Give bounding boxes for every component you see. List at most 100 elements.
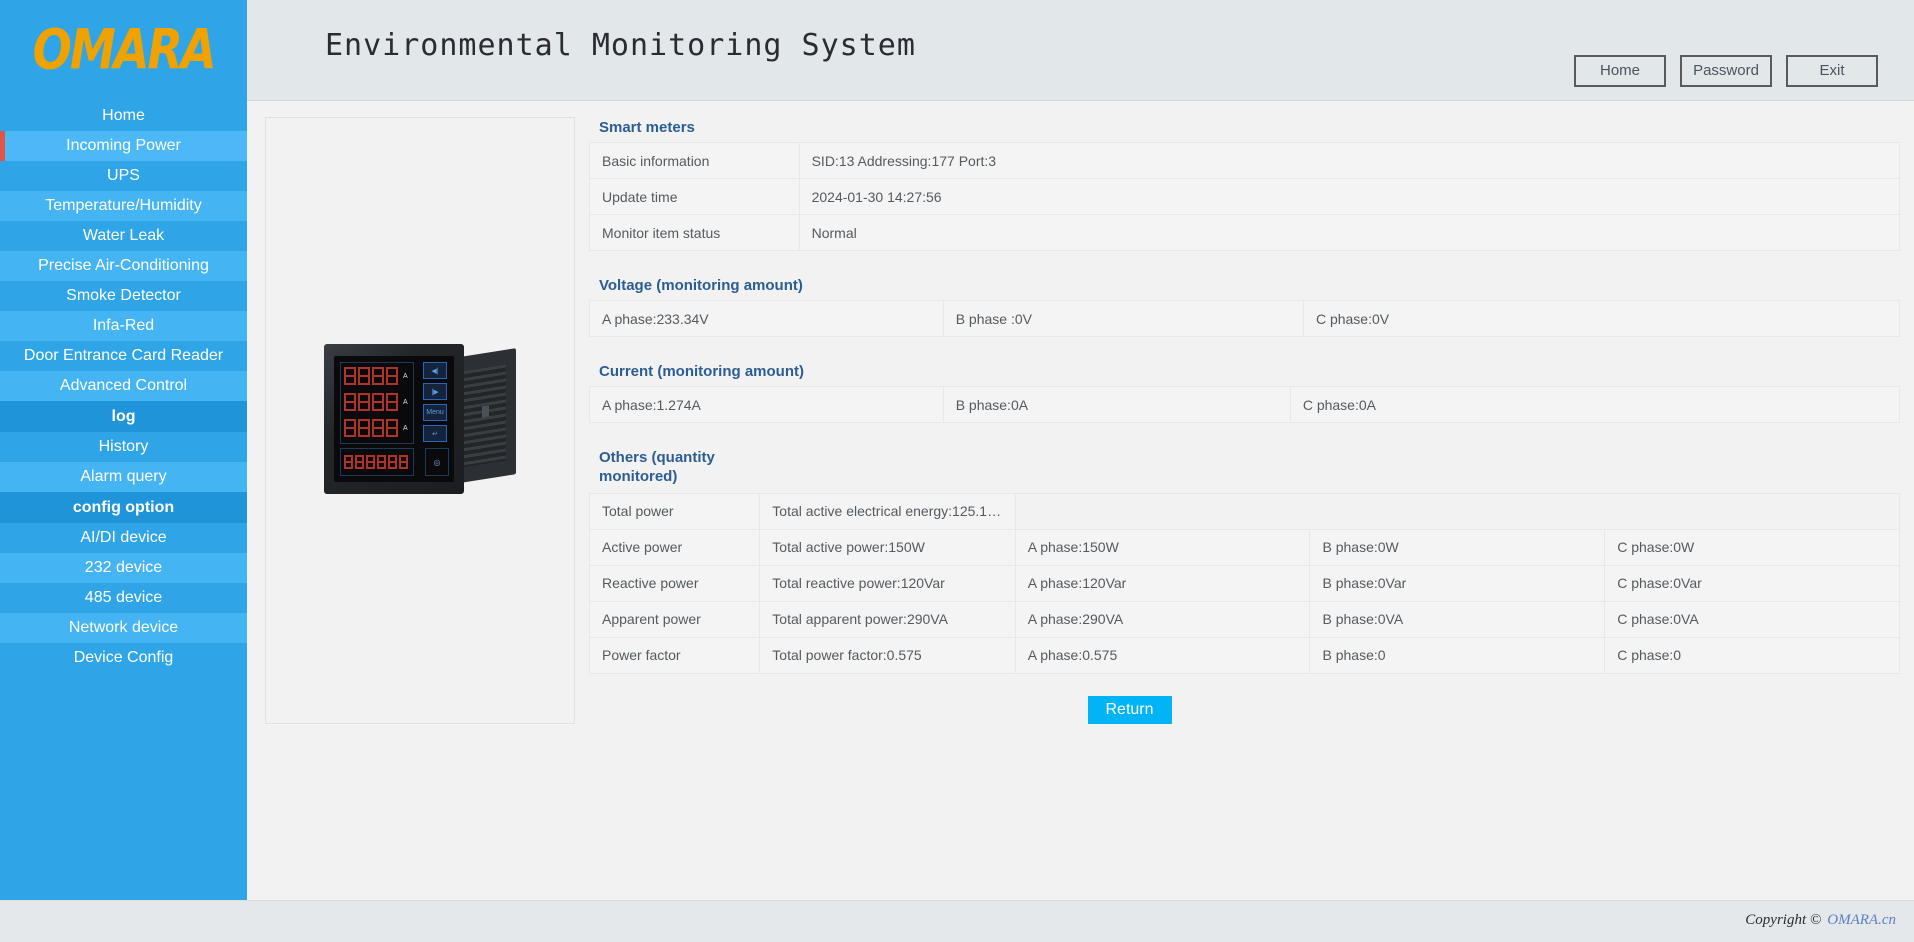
sidebar-item-door-entrance-card-reader[interactable]: Door Entrance Card Reader	[0, 341, 247, 371]
row-a-phase: A phase:290VA	[1014, 600, 1311, 638]
sidebar-item-label: Door Entrance Card Reader	[23, 347, 224, 364]
main-content: A A A ◀| |▶ Menu ↵ ◎ Smart meters Basic …	[247, 101, 1914, 919]
meter-right-button-icon: |▶	[423, 383, 447, 401]
sidebar-item-label: Home	[102, 107, 145, 124]
application-window: OMARA Environmental Monitoring System Ho…	[0, 0, 1914, 942]
password-button[interactable]: Password	[1680, 55, 1772, 87]
others-heading: Others (quantity monitored)	[599, 449, 715, 485]
table-row: A phase:233.34V B phase :0V C phase:0V	[589, 300, 1901, 337]
display-unit-1: A	[403, 372, 408, 380]
sidebar-item-network-device[interactable]: Network device	[0, 613, 247, 643]
row-a-phase: A phase:120Var	[1014, 564, 1311, 602]
display-unit-3: A	[403, 424, 408, 432]
current-c-phase: C phase:0A	[1289, 386, 1901, 423]
sidebar-item-temperature-humidity[interactable]: Temperature/Humidity	[0, 191, 247, 221]
row-label: Reactive power	[588, 564, 761, 602]
sidebar-item-incoming-power[interactable]: Incoming Power	[0, 131, 247, 161]
sidebar-item-label: Water Leak	[82, 227, 165, 244]
row-label: Apparent power	[588, 600, 761, 638]
voltage-table: A phase:233.34V B phase :0V C phase:0V	[589, 300, 1901, 337]
row-total-value: Total active power:150W	[759, 528, 1016, 566]
device-detail-panel: Smart meters Basic information SID:13 Add…	[575, 117, 1901, 724]
sidebar-section-config-option[interactable]: config option	[0, 492, 247, 523]
row-a-phase: A phase:150W	[1014, 528, 1311, 566]
table-row: Update time 2024-01-30 14:27:56	[589, 178, 1901, 215]
smart-meters-heading: Smart meters	[599, 119, 695, 136]
row-c-phase: C phase:0	[1604, 636, 1900, 674]
sidebar-item-label: Smoke Detector	[66, 287, 181, 304]
row-total-value: Total apparent power:290VA	[759, 600, 1016, 638]
sidebar-item-ai-di-device[interactable]: AI/DI device	[0, 523, 247, 553]
current-a-phase: A phase:1.274A	[589, 386, 944, 423]
brand-logo: OMARA	[0, 0, 247, 101]
meter-left-button-icon: ◀|	[423, 362, 447, 380]
sidebar-item-label: History	[98, 438, 149, 455]
header-button-group: Home Password Exit	[1574, 55, 1878, 87]
return-button[interactable]: Return	[1087, 695, 1172, 724]
sidebar-item-label: Advanced Control	[59, 377, 188, 394]
sidebar-item-label: Network device	[68, 619, 179, 636]
voltage-a-phase: A phase:233.34V	[589, 300, 944, 337]
table-row: Apparent power Total apparent power:290VA…	[588, 600, 1900, 638]
row-b-phase: B phase:0	[1309, 636, 1606, 674]
row-c-phase: C phase:0Var	[1604, 564, 1900, 602]
row-label: Active power	[588, 528, 761, 566]
sidebar-item-label: UPS	[107, 167, 140, 184]
sidebar-item-home[interactable]: Home	[0, 101, 247, 131]
row-label: Power factor	[588, 636, 761, 674]
row-label: Monitor item status	[589, 214, 800, 251]
table-row: Power factor Total power factor:0.575 A ph…	[588, 636, 1900, 674]
current-table: A phase:1.274A B phase:0A C phase:0A	[589, 386, 1901, 423]
table-row: Active power Total active power:150W A pha…	[588, 528, 1900, 566]
table-row: Basic information SID:13 Addressing:177 P…	[589, 142, 1901, 179]
copyright-text: Copyright ©	[1745, 912, 1822, 928]
row-b-phase: B phase:0W	[1309, 528, 1606, 566]
sidebar-item-alarm-query[interactable]: Alarm query	[0, 462, 247, 492]
row-c-phase: C phase:0VA	[1604, 600, 1900, 638]
voltage-b-phase: B phase :0V	[942, 300, 1304, 337]
sidebar-item-label: config option	[72, 499, 175, 516]
sidebar-item-history[interactable]: History	[0, 432, 247, 462]
sidebar-item-device-config[interactable]: Device Config	[0, 643, 247, 673]
sidebar-item-label: Device Config	[73, 649, 174, 666]
table-row: A phase:1.274A B phase:0A C phase:0A	[589, 386, 1901, 423]
row-total-value: Total power factor:0.575	[759, 636, 1016, 674]
sidebar-item-485-device[interactable]: 485 device	[0, 583, 247, 613]
display-unit-2: A	[403, 398, 408, 406]
row-total-value: Total reactive power:120Var	[759, 564, 1016, 602]
meter-menu-button-icon: Menu	[423, 404, 447, 422]
sidebar-item-precise-air-conditioning[interactable]: Precise Air-Conditioning	[0, 251, 247, 281]
exit-button[interactable]: Exit	[1786, 55, 1878, 87]
sidebar-item-label: Precise Air-Conditioning	[38, 257, 209, 274]
sidebar-item-ups[interactable]: UPS	[0, 161, 247, 191]
device-image-panel: A A A ◀| |▶ Menu ↵ ◎	[265, 117, 575, 724]
sidebar-item-label: Alarm query	[80, 468, 167, 485]
sidebar-item-infa-red[interactable]: Infa-Red	[0, 311, 247, 341]
voltage-heading: Voltage (monitoring amount)	[599, 277, 803, 294]
sidebar-item-label: log	[111, 408, 136, 425]
row-a-phase: A phase:0.575	[1014, 636, 1311, 674]
sidebar-item-water-leak[interactable]: Water Leak	[0, 221, 247, 251]
current-b-phase: B phase:0A	[942, 386, 1291, 423]
sidebar-item-smoke-detector[interactable]: Smoke Detector	[0, 281, 247, 311]
row-value: 2024-01-30 14:27:56	[798, 178, 1901, 215]
voltage-c-phase: C phase:0V	[1302, 300, 1901, 337]
page-footer: Copyright © OMARA.cn	[0, 900, 1914, 942]
sidebar-item-label: 232 device	[84, 559, 163, 576]
status-badge: Normal	[798, 214, 1901, 251]
row-label: Basic information	[589, 142, 800, 179]
sidebar-navigation: Home Incoming Power UPS Temperature/Humidit…	[0, 101, 247, 919]
table-row: Monitor item status Normal	[589, 214, 1901, 251]
meter-indicator-icon: ◎	[425, 448, 449, 477]
sidebar-item-advanced-control[interactable]: Advanced Control	[0, 371, 247, 401]
brand-link[interactable]: OMARA.cn	[1827, 912, 1896, 928]
sidebar-section-log[interactable]: log	[0, 401, 247, 432]
digital-panel-meter-icon: A A A ◀| |▶ Menu ↵ ◎	[322, 344, 518, 496]
row-label: Total power	[588, 492, 761, 530]
home-button[interactable]: Home	[1574, 55, 1666, 87]
meter-enter-button-icon: ↵	[423, 425, 447, 443]
sidebar-item-label: Incoming Power	[66, 137, 181, 154]
table-row: Reactive power Total reactive power:120Va…	[588, 564, 1900, 602]
current-heading: Current (monitoring amount)	[599, 363, 804, 380]
sidebar-item-232-device[interactable]: 232 device	[0, 553, 247, 583]
